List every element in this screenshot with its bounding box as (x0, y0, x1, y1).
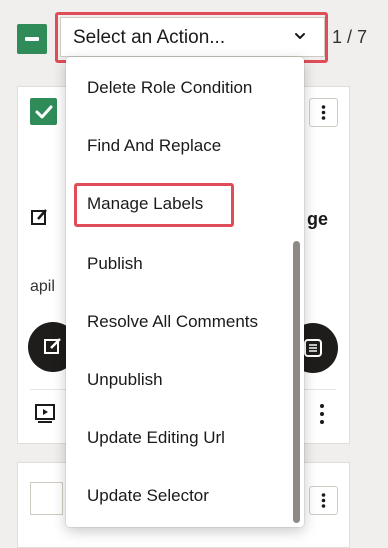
preview-icon[interactable] (34, 403, 56, 425)
check-icon (35, 105, 53, 119)
dropdown-scrollbar[interactable] (293, 241, 300, 523)
card-menu-button[interactable] (309, 486, 338, 515)
card-subtitle-fragment: apil (30, 278, 55, 295)
card-menu-button[interactable] (309, 98, 338, 127)
menu-item-update-selector[interactable]: Update Selector (87, 485, 209, 507)
action-dropdown-menu (66, 57, 304, 527)
menu-item-resolve-all-comments[interactable]: Resolve All Comments (87, 311, 258, 333)
kebab-icon (321, 493, 326, 508)
item-checkbox-checked[interactable] (30, 98, 57, 125)
page-count: 1 / 7 (332, 27, 368, 47)
edit-icon[interactable] (30, 207, 50, 227)
menu-item-update-editing-url[interactable]: Update Editing Url (87, 427, 225, 449)
collapse-all-button[interactable] (17, 24, 47, 54)
menu-item-find-and-replace[interactable]: Find And Replace (87, 135, 221, 157)
menu-item-unpublish[interactable]: Unpublish (87, 369, 163, 391)
select-highlight (55, 12, 328, 63)
card-title-fragment: ge (307, 209, 329, 229)
menu-item-delete-role-condition[interactable]: Delete Role Condition (87, 77, 252, 99)
kebab-icon (321, 105, 326, 120)
menu-item-highlight (74, 183, 234, 227)
item-checkbox[interactable] (30, 482, 63, 515)
menu-item-publish[interactable]: Publish (87, 253, 143, 275)
kebab-icon[interactable] (312, 400, 332, 428)
